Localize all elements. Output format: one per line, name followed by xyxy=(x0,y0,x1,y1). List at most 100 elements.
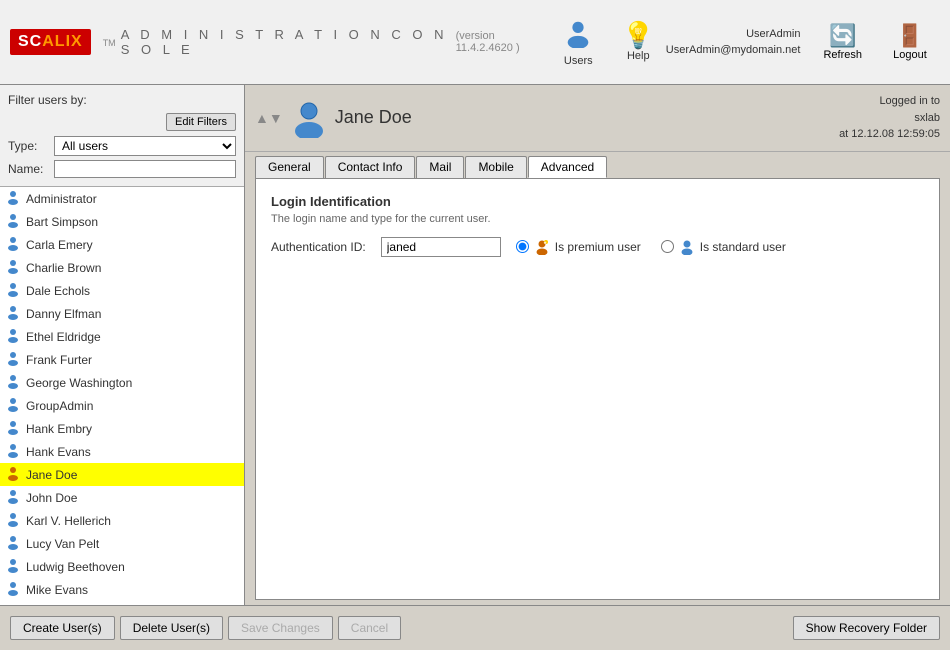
bottom-bar: Create User(s) Delete User(s) Save Chang… xyxy=(0,605,950,650)
user-list-item[interactable]: Charlie Brown xyxy=(0,256,244,279)
tab-general[interactable]: General xyxy=(255,156,324,178)
user-list-name: John Doe xyxy=(26,491,77,505)
user-list-name: Hank Embry xyxy=(26,422,92,436)
user-list-item[interactable]: Bart Simpson xyxy=(0,210,244,233)
premium-radio-option[interactable]: ★ Is premium user xyxy=(516,239,641,255)
sidebar: Filter users by: Edit Filters Type: All … xyxy=(0,85,245,605)
user-list-name: Karl V. Hellerich xyxy=(26,514,111,528)
cancel-button[interactable]: Cancel xyxy=(338,616,401,640)
user-list-item[interactable]: Ethel Eldridge xyxy=(0,325,244,348)
tab-advanced[interactable]: Advanced xyxy=(528,156,607,178)
type-select[interactable]: All users xyxy=(54,136,236,156)
trademark: TM xyxy=(103,38,116,48)
help-tool-label: Help xyxy=(627,50,650,62)
header: SCALIX TM A D M I N I S T R A T I O N C … xyxy=(0,0,950,85)
user-list-icon xyxy=(5,396,21,415)
user-list-item[interactable]: Jane Doe xyxy=(0,463,244,486)
save-changes-button[interactable]: Save Changes xyxy=(228,616,333,640)
user-list-name: Administrator xyxy=(26,192,97,206)
tab-bar: GeneralContact InfoMailMobileAdvanced xyxy=(245,152,950,178)
user-list-item[interactable]: John Doe xyxy=(0,486,244,509)
user-list-icon xyxy=(5,603,21,605)
logout-button[interactable]: 🚪 Logout xyxy=(880,17,940,67)
logout-label: Logout xyxy=(893,49,927,61)
logo: SCALIX xyxy=(10,29,91,55)
user-list-icon xyxy=(5,511,21,530)
name-label: Name: xyxy=(8,162,46,176)
user-list-icon xyxy=(5,350,21,369)
user-list-name: Lucy Van Pelt xyxy=(26,537,99,551)
app-title: A D M I N I S T R A T I O N C O N S O L … xyxy=(121,27,448,57)
users-tool-label: Users xyxy=(564,55,593,67)
user-list-item[interactable]: Administrator xyxy=(0,187,244,210)
refresh-icon: 🔄 xyxy=(829,23,856,49)
user-list-name: Frank Furter xyxy=(26,353,92,367)
user-list-item[interactable]: Karl V. Hellerich xyxy=(0,509,244,532)
user-list-icon xyxy=(5,235,21,254)
user-list-item[interactable]: GroupAdmin xyxy=(0,394,244,417)
tab-mobile[interactable]: Mobile xyxy=(465,156,526,178)
content-user-area: ▲▼ Jane Doe xyxy=(255,98,412,138)
user-list-icon xyxy=(5,557,21,576)
user-list-name: Ethel Eldridge xyxy=(26,330,101,344)
delete-user-button[interactable]: Delete User(s) xyxy=(120,616,223,640)
refresh-label: Refresh xyxy=(823,49,862,61)
standard-radio-label: Is standard user xyxy=(700,240,786,254)
user-list-item[interactable]: Dale Echols xyxy=(0,279,244,302)
user-list-item[interactable]: Mike Evans xyxy=(0,578,244,601)
user-list-item[interactable]: Carla Emery xyxy=(0,233,244,256)
premium-user-icon: ★ xyxy=(534,239,550,255)
show-recovery-button[interactable]: Show Recovery Folder xyxy=(793,616,940,640)
user-list-icon xyxy=(5,212,21,231)
header-right: UserAdmin UserAdmin@mydomain.net 🔄 Refre… xyxy=(666,17,940,67)
premium-radio-label: Is premium user xyxy=(555,240,641,254)
user-list-item[interactable]: Danny Elfman xyxy=(0,302,244,325)
logged-in-time: at 12.12.08 12:59:05 xyxy=(839,126,940,143)
user-list-name: George Washington xyxy=(26,376,132,390)
user-list-icon xyxy=(5,304,21,323)
auth-id-input[interactable] xyxy=(381,237,501,257)
user-list-item[interactable]: Lucy Van Pelt xyxy=(0,532,244,555)
filter-name-row: Name: xyxy=(8,160,236,178)
content-area: ▲▼ Jane Doe Logged in to sxlab at 12.12.… xyxy=(245,85,950,605)
users-tool-button[interactable]: Users xyxy=(551,12,606,73)
user-list-item[interactable]: George Washington xyxy=(0,371,244,394)
filter-label: Filter users by: xyxy=(8,93,236,107)
login-id-title: Login Identification xyxy=(271,194,924,209)
user-list-name: Dale Echols xyxy=(26,284,90,298)
name-input[interactable] xyxy=(54,160,236,178)
user-list-name: Charlie Brown xyxy=(26,261,101,275)
user-list-icon xyxy=(5,580,21,599)
help-tool-button[interactable]: 💡 Help xyxy=(611,16,666,68)
content-user-icon xyxy=(289,98,329,138)
username-display: UserAdmin xyxy=(666,26,801,43)
user-list-icon xyxy=(5,258,21,277)
user-list-item[interactable]: Ludwig Beethoven xyxy=(0,555,244,578)
user-list-icon xyxy=(5,373,21,392)
user-list-name: Mike Evans xyxy=(26,583,88,597)
user-list: Administrator Bart Simpson Carla Emery C… xyxy=(0,187,244,605)
user-list-name: Ludwig Beethoven xyxy=(26,560,125,574)
user-list-item[interactable]: Hank Embry xyxy=(0,417,244,440)
svg-text:★: ★ xyxy=(543,240,547,245)
user-email-display: UserAdmin@mydomain.net xyxy=(666,42,801,59)
content-username: Jane Doe xyxy=(335,107,412,128)
premium-radio[interactable] xyxy=(516,240,529,253)
user-list-icon xyxy=(5,534,21,553)
user-list-item[interactable]: mr delegate xyxy=(0,601,244,605)
user-list-item[interactable]: Frank Furter xyxy=(0,348,244,371)
refresh-logout-row: 🔄 Refresh 🚪 Logout xyxy=(810,17,940,67)
tab-contact-info[interactable]: Contact Info xyxy=(325,156,416,178)
refresh-button[interactable]: 🔄 Refresh xyxy=(810,17,875,67)
user-list-icon xyxy=(5,465,21,484)
logo-area: SCALIX TM xyxy=(10,29,116,55)
user-list-item[interactable]: Hank Evans xyxy=(0,440,244,463)
create-user-button[interactable]: Create User(s) xyxy=(10,616,115,640)
user-list-name: Bart Simpson xyxy=(26,215,98,229)
main-area: Filter users by: Edit Filters Type: All … xyxy=(0,85,950,605)
edit-filters-button[interactable]: Edit Filters xyxy=(166,113,236,131)
standard-radio[interactable] xyxy=(661,240,674,253)
tab-mail[interactable]: Mail xyxy=(416,156,464,178)
nav-arrows[interactable]: ▲▼ xyxy=(255,110,283,126)
standard-radio-option[interactable]: Is standard user xyxy=(661,239,786,255)
